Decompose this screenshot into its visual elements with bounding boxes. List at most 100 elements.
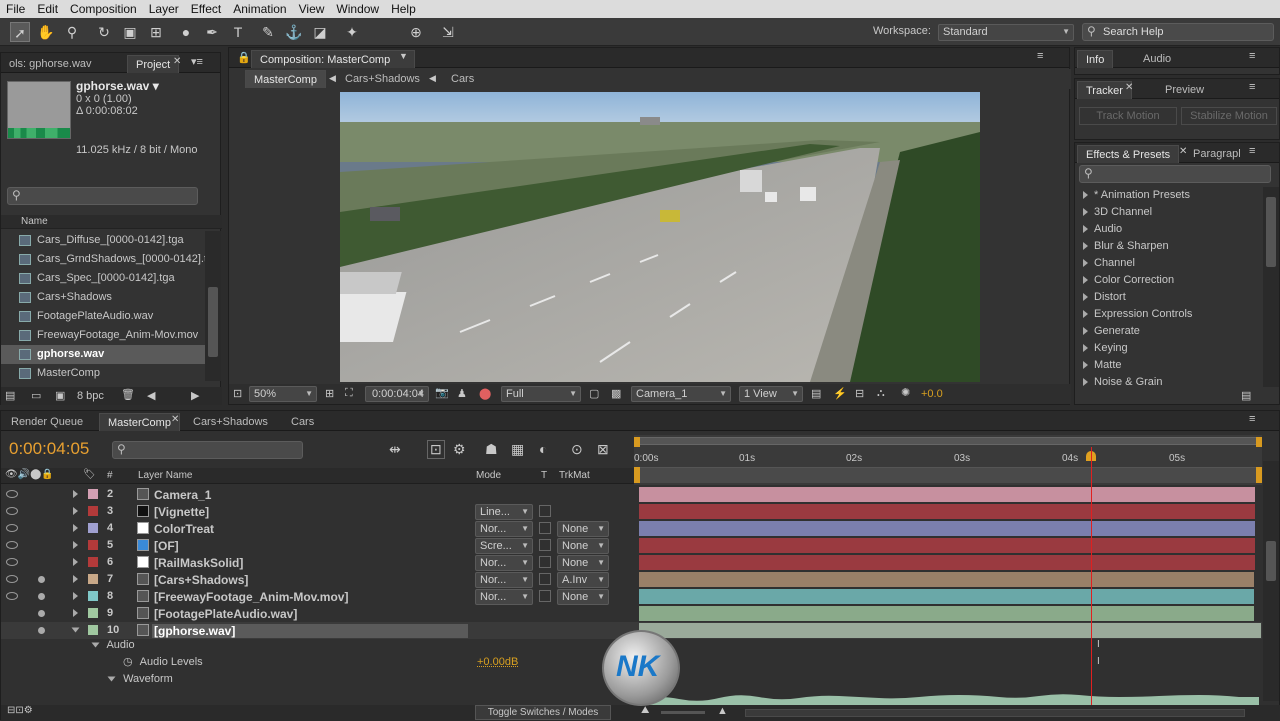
expand-layer-icon[interactable]	[73, 609, 78, 617]
workspace-select[interactable]: Standard	[938, 24, 1074, 41]
preserve-transparency-checkbox[interactable]	[539, 556, 551, 568]
menu-edit[interactable]: Edit	[31, 2, 64, 16]
track-motion-button[interactable]: Track Motion	[1079, 107, 1177, 125]
exposure-value[interactable]: +0.0	[921, 388, 943, 400]
tab-mastercomp[interactable]: MasterComp	[99, 413, 180, 431]
column-name-header[interactable]: Name	[21, 216, 48, 227]
label-column-icon[interactable]: 🏷	[83, 469, 96, 480]
project-item[interactable]: gphorse.wav	[1, 345, 205, 364]
tab-info[interactable]: Info	[1077, 50, 1114, 68]
track-matte-select[interactable]: None	[557, 521, 609, 537]
expand-icon[interactable]	[1083, 378, 1088, 387]
expand-audio-icon[interactable]	[91, 642, 100, 648]
puppet-tool-icon[interactable]: ✦	[342, 22, 362, 42]
type-tool-icon[interactable]: T	[228, 22, 248, 42]
exposure-icon[interactable]: ✺	[901, 386, 910, 399]
clone-stamp-tool-icon[interactable]: ⚓	[284, 22, 304, 42]
menu-composition[interactable]: Composition	[64, 2, 143, 16]
menu-view[interactable]: View	[293, 2, 331, 16]
preserve-transparency-checkbox[interactable]	[539, 573, 551, 585]
label-color-swatch[interactable]	[88, 506, 98, 516]
project-item[interactable]: FreewayFootage_Anim-Mov.mov	[1, 326, 205, 345]
video-toggle-icon[interactable]	[6, 575, 18, 583]
new-comp-icon[interactable]: ▣	[55, 389, 65, 402]
toggle-pixel-aspect-icon[interactable]: ▤	[811, 387, 821, 400]
expand-icon[interactable]	[1083, 327, 1088, 336]
grid-icon[interactable]: ⊞	[325, 387, 334, 400]
video-toggle-icon[interactable]	[6, 507, 18, 515]
label-color-swatch[interactable]	[88, 608, 98, 618]
blend-mode-select[interactable]: Scre...	[475, 538, 533, 554]
project-scrollbar[interactable]	[205, 231, 221, 381]
axis-mode-icon[interactable]: ⊕	[406, 22, 426, 42]
comp-mini-flowchart-icon[interactable]: ⇹	[389, 441, 401, 458]
layer-name[interactable]: ColorTreat	[154, 522, 214, 536]
expand-icon[interactable]	[1083, 344, 1088, 353]
video-toggle-icon[interactable]	[6, 558, 18, 566]
layer-name[interactable]: [gphorse.wav]	[152, 624, 468, 638]
expand-layer-icon[interactable]	[73, 524, 78, 532]
layer-name[interactable]: [FootagePlateAudio.wav]	[154, 607, 297, 621]
track-matte-select[interactable]: None	[557, 589, 609, 605]
menu-help[interactable]: Help	[385, 2, 422, 16]
layer-name[interactable]: [RailMaskSolid]	[154, 556, 243, 570]
resolution-select[interactable]: Full	[501, 386, 581, 402]
expand-icon[interactable]	[1083, 310, 1088, 319]
preserve-transparency-checkbox[interactable]	[539, 590, 551, 602]
toggle-switches-modes-button[interactable]: Toggle Switches / Modes	[475, 705, 611, 720]
project-item[interactable]: Cars_GrndShadows_[0000-0142].t	[1, 250, 207, 269]
menu-layer[interactable]: Layer	[143, 2, 185, 16]
zoom-in-icon[interactable]: ▲	[717, 705, 728, 717]
graph-editor-icon[interactable]: ⊠	[597, 441, 609, 458]
tab-paragraph[interactable]: Paragrapl	[1185, 145, 1249, 163]
view-layout-select[interactable]: 1 View	[739, 386, 803, 402]
timeline-h-scrollbar[interactable]	[745, 709, 1245, 717]
trash-icon[interactable]: 🗑	[121, 388, 135, 401]
expand-layer-icon[interactable]	[73, 541, 78, 549]
crumb-cars-shadows[interactable]: Cars+Shadows	[337, 70, 428, 88]
layer-duration-bar[interactable]	[639, 504, 1255, 519]
label-color-swatch[interactable]	[88, 489, 98, 499]
blend-mode-select[interactable]: Nor...	[475, 589, 533, 605]
timeline-search-input[interactable]: ⚲	[112, 441, 303, 459]
chevron-down-icon[interactable]: ▼	[399, 51, 408, 61]
project-item[interactable]: MasterComp	[1, 364, 205, 383]
label-color-swatch[interactable]	[88, 625, 98, 635]
effect-category[interactable]: Channel	[1083, 255, 1135, 272]
panel-menu-icon[interactable]: ≡	[1249, 81, 1255, 93]
crumb-cars[interactable]: Cars	[443, 70, 482, 88]
audio-levels-value[interactable]: +0.00dB	[477, 656, 518, 668]
tab-render-queue[interactable]: Render Queue	[3, 413, 91, 431]
navigator-end-handle[interactable]	[1256, 467, 1262, 483]
effect-category[interactable]: Audio	[1083, 221, 1122, 238]
effect-category[interactable]: Expression Controls	[1083, 306, 1192, 323]
always-preview-icon[interactable]: ⊡	[233, 387, 242, 400]
new-preset-icon[interactable]: ▤	[1241, 389, 1251, 402]
preserve-transparency-checkbox[interactable]	[539, 539, 551, 551]
camera-view-select[interactable]: Camera_1	[631, 386, 731, 402]
bpc-label[interactable]: 8 bpc	[77, 390, 104, 402]
work-area-end-handle[interactable]	[1256, 437, 1262, 447]
layer-duration-bar[interactable]	[639, 589, 1254, 604]
tab-cars-shadows[interactable]: Cars+Shadows	[185, 413, 276, 431]
layer-duration-bar[interactable]	[639, 623, 1261, 638]
blend-mode-select[interactable]: Nor...	[475, 521, 533, 537]
layer-duration-bar[interactable]	[639, 606, 1254, 621]
stabilize-motion-button[interactable]: Stabilize Motion	[1181, 107, 1277, 125]
label-color-swatch[interactable]	[88, 523, 98, 533]
expand-icon[interactable]	[1083, 242, 1088, 251]
timeline-scrollbar[interactable]	[1263, 461, 1279, 701]
hide-shy-layers-icon[interactable]: ☗	[485, 441, 498, 458]
preserve-transparency-checkbox[interactable]	[539, 522, 551, 534]
expand-layer-icon[interactable]	[73, 575, 78, 583]
panel-menu-icon[interactable]: ≡	[1037, 50, 1043, 62]
column-trkmat-header[interactable]: TrkMat	[559, 470, 590, 481]
layer-name[interactable]: [Vignette]	[154, 505, 209, 519]
tab-project[interactable]: Project	[127, 55, 180, 73]
layer-duration-bar[interactable]	[639, 555, 1255, 570]
layer-row[interactable]: 2 Camera_1	[1, 486, 1262, 503]
panel-menu-icon[interactable]: ≡	[1249, 413, 1255, 425]
search-help-input[interactable]: ⚲ Search Help	[1082, 23, 1274, 41]
column-mode-header[interactable]: Mode	[476, 470, 501, 481]
blend-mode-select[interactable]: Nor...	[475, 572, 533, 588]
